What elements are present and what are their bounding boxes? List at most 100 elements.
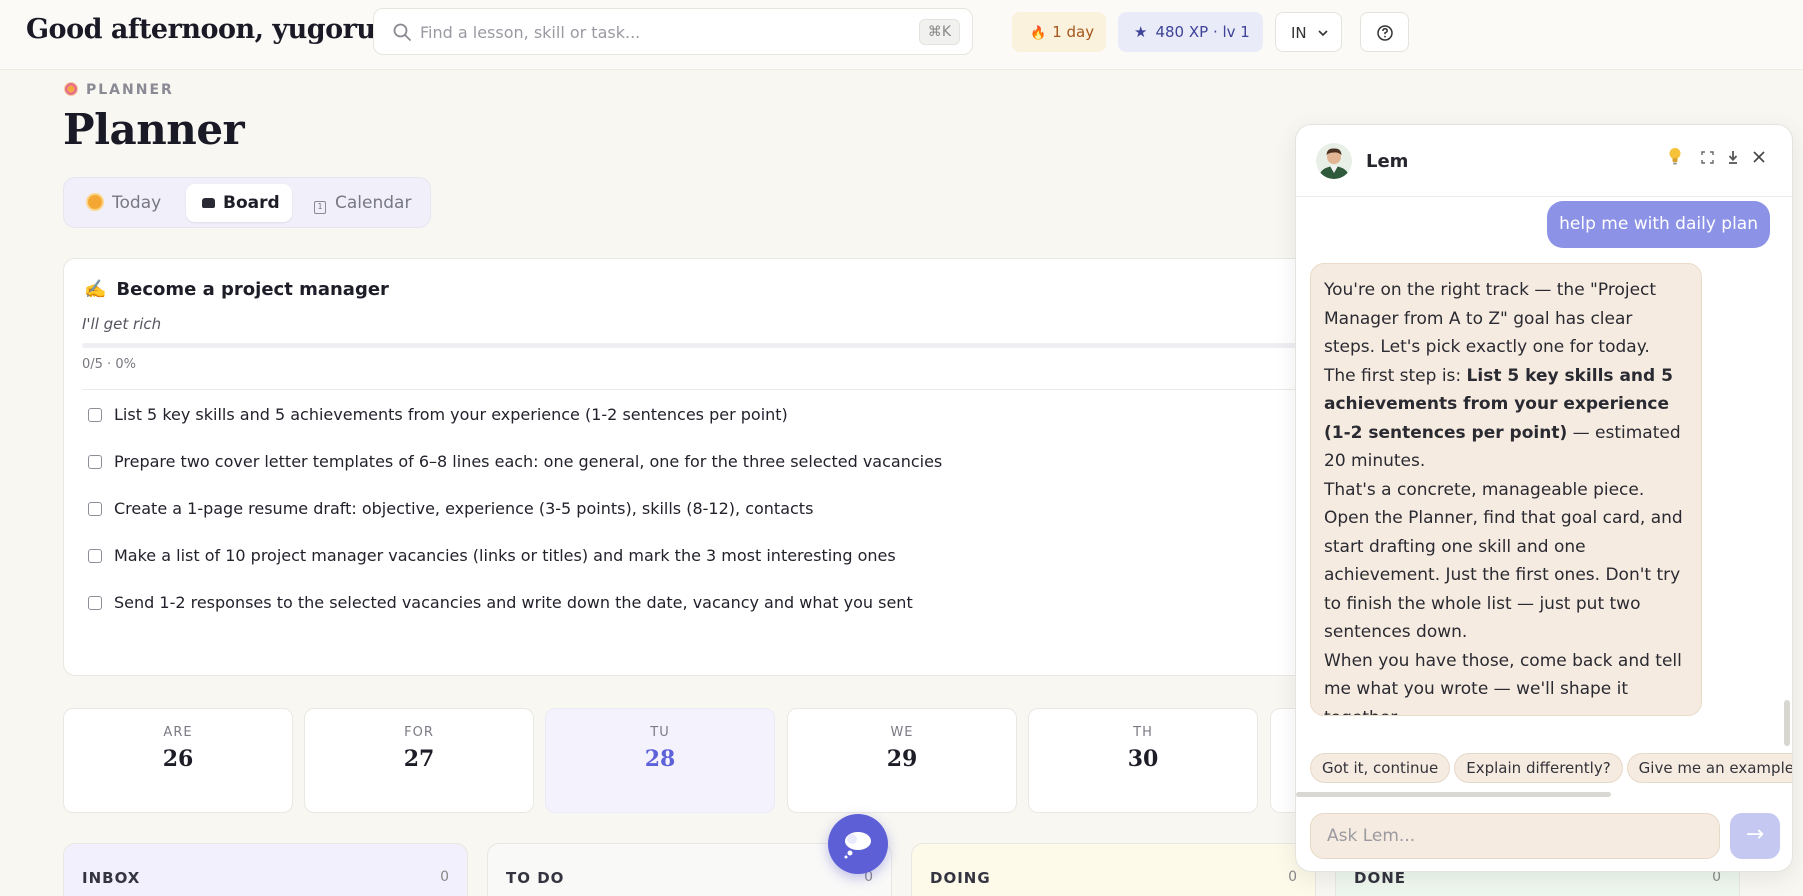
tab-board[interactable]: Board: [186, 184, 292, 222]
page-title: Planner: [63, 105, 245, 154]
assistant-paragraph: You're on the right track — the "Project…: [1324, 280, 1657, 357]
flame-icon: 🔥: [1030, 26, 1047, 41]
planner-icon: [64, 82, 78, 96]
tab-today-label: Today: [112, 193, 162, 213]
user-message: help me with daily plan: [1547, 201, 1770, 248]
sun-icon: [88, 195, 102, 209]
chat-scrollbar[interactable]: [1784, 700, 1790, 746]
day-number: 28: [644, 746, 676, 772]
task-item: Send 1-2 responses to the selected vacan…: [88, 593, 913, 612]
task-text: List 5 key skills and 5 achievements fro…: [114, 405, 788, 424]
send-button[interactable]: →: [1730, 813, 1780, 859]
quick-replies: Got it, continue Explain differently? Give…: [1310, 753, 1792, 787]
task-item: List 5 key skills and 5 achievements fro…: [88, 405, 788, 424]
task-item: Make a list of 10 project manager vacanc…: [88, 546, 896, 565]
goal-progress-text: 0/5 · 0%: [82, 357, 136, 372]
tab-today[interactable]: Today: [88, 184, 161, 222]
task-text: Make a list of 10 project manager vacanc…: [114, 546, 896, 565]
goal-title-text: Become a project manager: [116, 279, 389, 300]
assistant-paragraph: The first step is: List 5 key skills and…: [1324, 362, 1688, 476]
thought-bubble-icon: [844, 832, 871, 859]
tab-calendar[interactable]: 1 Calendar: [314, 184, 411, 222]
help-button[interactable]: [1360, 12, 1409, 52]
chat-name: Lem: [1366, 151, 1409, 172]
day-number: 26: [162, 746, 194, 772]
chat-panel: Lem help me with daily plan You're on th…: [1295, 124, 1793, 872]
xp-badge[interactable]: ★ 480 XP · lv 1: [1118, 12, 1263, 52]
day-name: TH: [1133, 725, 1153, 740]
task-item: Create a 1-page resume draft: objective,…: [88, 499, 813, 518]
top-bar: Good afternoon, yugoru ⌘K 🔥 1 day ★ 480 XP…: [0, 0, 1803, 70]
view-tabs: Today Board 1 Calendar: [63, 177, 431, 228]
column-count: 0: [440, 869, 449, 885]
language-selector[interactable]: IN: [1275, 12, 1342, 52]
chips-scrollbar[interactable]: [1296, 792, 1611, 797]
assistant-message: You're on the right track — the "Project…: [1310, 263, 1702, 716]
goal-title[interactable]: ✍️ Become a project manager: [84, 279, 389, 300]
chevron-down-icon: [1318, 30, 1329, 37]
day-card[interactable]: TH 30: [1028, 708, 1258, 813]
board-icon: [202, 198, 215, 208]
day-card[interactable]: FOR 27: [304, 708, 534, 813]
calendar-icon: 1: [314, 201, 326, 214]
quick-reply-chip[interactable]: Explain differently?: [1454, 753, 1623, 783]
column-title: INBOX: [82, 869, 141, 887]
chat-header: Lem: [1296, 125, 1792, 197]
section-label: PLANNER: [64, 82, 174, 98]
day-number: 27: [403, 746, 435, 772]
avatar: [1316, 143, 1352, 179]
day-number: 29: [886, 746, 918, 772]
task-text: Prepare two cover letter templates of 6–…: [114, 452, 943, 471]
task-text: Send 1-2 responses to the selected vacan…: [114, 593, 913, 612]
tab-board-label: Board: [223, 193, 280, 213]
day-name: TU: [650, 725, 670, 740]
quick-reply-chip[interactable]: Got it, continue: [1310, 753, 1451, 783]
task-text: Create a 1-page resume draft: objective,…: [114, 499, 814, 518]
day-name: FOR: [404, 725, 434, 740]
task-checkbox[interactable]: [88, 549, 102, 563]
search-icon: [393, 23, 411, 41]
day-card[interactable]: WE 29: [787, 708, 1017, 813]
streak-badge[interactable]: 🔥 1 day: [1012, 12, 1106, 52]
star-icon: ★: [1134, 23, 1148, 41]
task-item: Prepare two cover letter templates of 6–…: [88, 452, 942, 471]
goal-card: ✍️ Become a project manager I'll get rich…: [63, 258, 1393, 676]
goal-subtitle: I'll get rich: [82, 315, 162, 333]
greeting: Good afternoon, yugoru: [26, 14, 376, 45]
close-icon[interactable]: [1748, 147, 1770, 169]
download-icon[interactable]: [1722, 147, 1744, 169]
task-checkbox[interactable]: [88, 596, 102, 610]
assistant-text: The first step is:: [1324, 365, 1467, 386]
assistant-fab[interactable]: [828, 814, 888, 874]
column-inbox[interactable]: INBOX 0: [63, 843, 468, 896]
column-doing[interactable]: DOING 0: [911, 843, 1316, 896]
column-count: 0: [1288, 869, 1297, 885]
day-name: ARE: [163, 725, 193, 740]
quick-reply-chip[interactable]: Give me an example: [1626, 753, 1792, 783]
expand-icon[interactable]: [1696, 147, 1718, 169]
section-label-text: PLANNER: [86, 82, 174, 98]
assistant-paragraph: When you have those, come back and tell …: [1324, 650, 1682, 716]
writing-hand-icon: ✍️: [84, 279, 107, 300]
task-checkbox[interactable]: [88, 455, 102, 469]
goal-progress-bar: [82, 343, 1362, 348]
column-title: TO DO: [506, 869, 565, 887]
task-checkbox[interactable]: [88, 502, 102, 516]
lightbulb-icon[interactable]: [1664, 147, 1686, 169]
tab-calendar-label: Calendar: [335, 193, 412, 213]
streak-text: 1 day: [1052, 23, 1095, 41]
task-checkbox[interactable]: [88, 408, 102, 422]
day-name: WE: [890, 725, 914, 740]
chat-input[interactable]: [1310, 813, 1720, 859]
day-card-today[interactable]: TU 28: [545, 708, 775, 813]
goal-divider: [82, 389, 1372, 390]
search-shortcut: ⌘K: [918, 19, 960, 45]
help-icon: [1377, 25, 1393, 41]
column-title: DOING: [930, 869, 991, 887]
search-input[interactable]: [420, 17, 880, 47]
assistant-paragraph: That's a concrete, manageable piece. Ope…: [1324, 479, 1683, 643]
day-card[interactable]: ARE 26: [63, 708, 293, 813]
xp-text: 480 XP · lv 1: [1155, 23, 1250, 41]
day-number: 30: [1127, 746, 1159, 772]
search-box[interactable]: ⌘K: [373, 8, 973, 55]
